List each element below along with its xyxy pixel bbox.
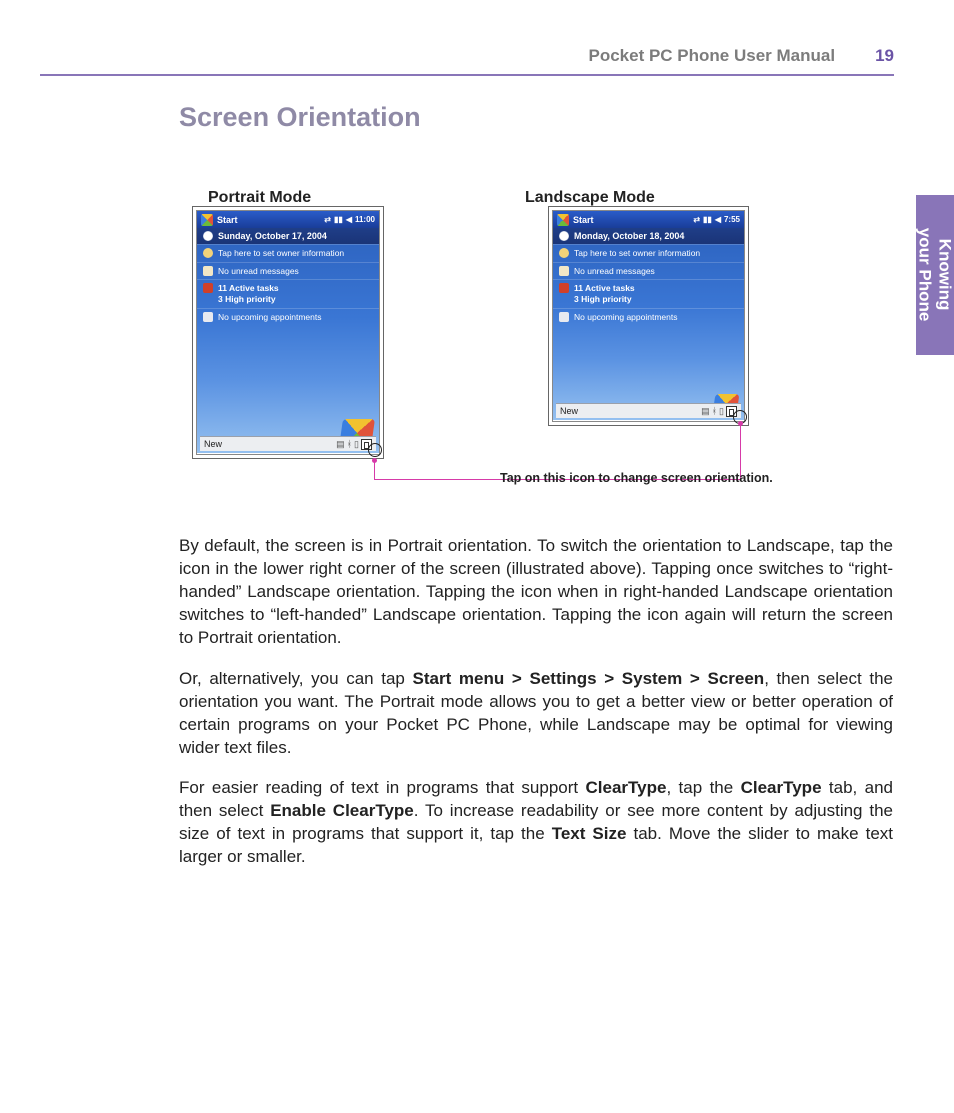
messages-text: No unread messages [218, 266, 299, 277]
owner-icon [559, 248, 569, 258]
callout-caption: Tap on this icon to change screen orient… [500, 471, 773, 485]
owner-text: Tap here to set owner information [218, 248, 344, 259]
leader-line [374, 460, 375, 479]
tasks-icon [559, 283, 569, 293]
clock-text: 11:00 [355, 215, 375, 224]
today-background: Tap here to set owner information No unr… [197, 244, 379, 453]
battery-icon: ▯ [719, 406, 724, 417]
sim-icon: ▤ [701, 406, 710, 417]
command-tray: ▤ ᚼ ▯ [701, 406, 737, 417]
owner-text: Tap here to set owner information [574, 248, 700, 259]
new-button-label: New [560, 406, 578, 416]
start-bar: Start ⇄ ▮▮ ◀ 7:55 [553, 211, 744, 228]
new-button-label: New [204, 439, 222, 449]
page-header: 19 Pocket PC Phone User Manual [40, 46, 894, 66]
mail-icon [203, 266, 213, 276]
calendar-icon [203, 312, 213, 322]
leader-line [374, 479, 482, 480]
clock-text: 7:55 [724, 215, 740, 224]
windows-flag-icon [557, 214, 569, 226]
page-number: 19 [875, 46, 894, 66]
speaker-icon: ◀ [346, 215, 352, 224]
tasks-text: 11 Active tasks 3 High priority [218, 283, 279, 304]
bt-icon: ᚼ [712, 406, 717, 416]
connectivity-icon: ⇄ [324, 215, 331, 224]
appointments-text: No upcoming appointments [574, 312, 677, 323]
messages-text: No unread messages [574, 266, 655, 277]
header-rule [40, 74, 894, 76]
chapter-tab-line2: your Phone [916, 228, 935, 322]
sim-icon: ▤ [336, 439, 345, 450]
battery-icon: ▯ [354, 439, 359, 450]
today-date-row: Sunday, October 17, 2004 [197, 228, 379, 244]
portrait-mode-label: Portrait Mode [208, 189, 311, 207]
clock-icon [559, 231, 569, 241]
tasks-icon [203, 283, 213, 293]
today-background: Tap here to set owner information No unr… [553, 244, 744, 420]
today-date: Sunday, October 17, 2004 [218, 231, 327, 241]
start-label: Start [573, 215, 594, 225]
calendar-icon [559, 312, 569, 322]
status-tray: ⇄ ▮▮ ◀ 7:55 [693, 215, 740, 224]
landscape-device-screenshot: Start ⇄ ▮▮ ◀ 7:55 Monday, October 18, 20… [548, 206, 749, 426]
start-label: Start [217, 215, 238, 225]
status-tray: ⇄ ▮▮ ◀ 11:00 [324, 215, 375, 224]
owner-icon [203, 248, 213, 258]
body-text: By default, the screen is in Portrait or… [179, 535, 893, 887]
command-bar: New ▤ ᚼ ▯ [556, 403, 741, 418]
today-date-row: Monday, October 18, 2004 [553, 228, 744, 244]
start-bar: Start ⇄ ▮▮ ◀ 11:00 [197, 211, 379, 228]
manual-title: Pocket PC Phone User Manual [589, 46, 836, 66]
chapter-thumb-tab: Knowing your Phone [916, 195, 954, 355]
manual-page: 19 Pocket PC Phone User Manual Knowing y… [0, 0, 954, 1113]
signal-icon: ▮▮ [703, 215, 712, 224]
clock-icon [203, 231, 213, 241]
paragraph-2: Or, alternatively, you can tap Start men… [179, 668, 893, 760]
paragraph-1: By default, the screen is in Portrait or… [179, 535, 893, 650]
paragraph-3: For easier reading of text in programs t… [179, 777, 893, 869]
section-title: Screen Orientation [179, 102, 421, 133]
mail-icon [559, 266, 569, 276]
callout-circle [368, 443, 382, 457]
appointments-text: No upcoming appointments [218, 312, 321, 323]
bt-icon: ᚼ [347, 439, 352, 449]
tasks-text: 11 Active tasks 3 High priority [574, 283, 635, 304]
speaker-icon: ◀ [715, 215, 721, 224]
today-date: Monday, October 18, 2004 [574, 231, 684, 241]
connectivity-icon: ⇄ [693, 215, 700, 224]
command-tray: ▤ ᚼ ▯ [336, 439, 372, 450]
command-bar: New ▤ ᚼ ▯ [200, 436, 376, 451]
signal-icon: ▮▮ [334, 215, 343, 224]
windows-flag-icon [201, 214, 213, 226]
portrait-device-screenshot: Start ⇄ ▮▮ ◀ 11:00 Sunday, October 17, 2… [192, 206, 384, 459]
chapter-tab-line1: Knowing [936, 239, 954, 311]
landscape-mode-label: Landscape Mode [525, 189, 655, 207]
